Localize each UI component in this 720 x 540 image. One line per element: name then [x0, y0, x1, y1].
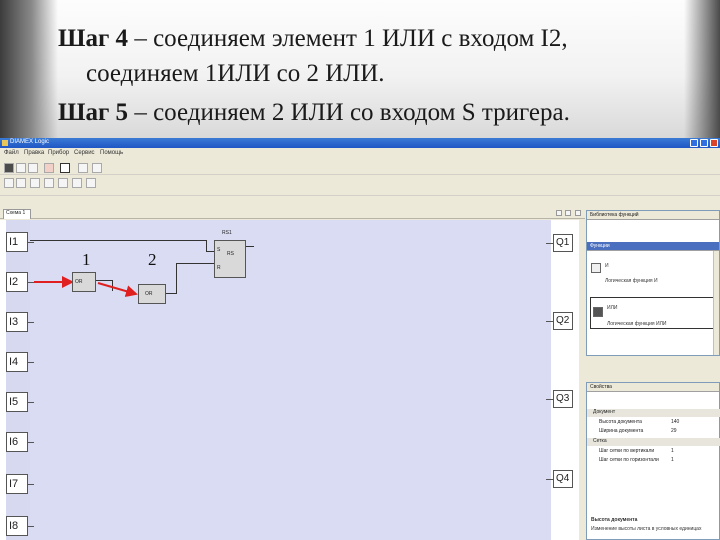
pointer-icon[interactable]: [4, 178, 14, 188]
grid-icon[interactable]: [86, 178, 96, 188]
menu-item-edit[interactable]: Правка: [24, 150, 44, 156]
trigger-pin-r: R: [217, 265, 221, 271]
stop-icon[interactable]: [44, 163, 54, 173]
toolbar-2: [0, 176, 720, 196]
save-icon[interactable]: [28, 163, 38, 173]
trigger-pin-s: S: [217, 247, 221, 253]
library-panel: Библиотека функций Функции И Логическая …: [586, 210, 720, 356]
app-icon: [2, 140, 8, 146]
or-block-2-label: OR: [145, 291, 153, 297]
property-row[interactable]: Высота документа 140: [591, 419, 717, 427]
slide-line-2: соединяем 1ИЛИ со 2 ИЛИ.: [86, 60, 385, 87]
tab-scheme[interactable]: Схема 1: [3, 209, 31, 219]
app-window: DIAMEX Logic Файл Правка Прибор Сервис П…: [0, 138, 720, 540]
title-bar: DIAMEX Logic: [0, 138, 720, 148]
property-value: 1: [671, 457, 674, 463]
menu-item-help[interactable]: Помощь: [100, 150, 123, 156]
property-value: 1: [671, 448, 674, 454]
property-row[interactable]: Шаг сетки по вертикали 1: [591, 448, 717, 456]
step5-text: – соединяем 2 ИЛИ со входом S тригера.: [128, 99, 570, 126]
properties-panel-title: Свойства: [587, 383, 719, 392]
properties-panel: Свойства Документ Высота документа 140 Ш…: [586, 382, 720, 540]
property-help-title: Высота документа: [591, 517, 638, 523]
property-help-desc: Изменение высоты листа в условных единиц…: [591, 526, 702, 532]
library-functions-header: Функции: [587, 242, 719, 251]
slide-line-3: Шаг 5 – соединяем 2 ИЛИ со входом S триг…: [58, 98, 570, 128]
menu-item-device[interactable]: Прибор: [48, 150, 69, 156]
app-title: DIAMEX Logic: [10, 139, 50, 145]
menu-bar: Файл Правка Прибор Сервис Помощь: [0, 148, 720, 159]
property-key: Ширина документа: [599, 428, 644, 434]
zoom-out-icon[interactable]: [58, 178, 68, 188]
property-value: 140: [671, 419, 680, 425]
document-tabs: Схема 1: [0, 207, 585, 219]
or-block-2[interactable]: OR: [138, 284, 166, 304]
step5-label: Шаг 5: [58, 99, 129, 126]
arrow-or1-or2: [97, 282, 138, 297]
block-number-2: 2: [148, 250, 157, 269]
or-function-name: ИЛИ: [607, 305, 618, 311]
library-panel-title: Библиотека функций: [587, 211, 719, 220]
upload-icon[interactable]: [78, 163, 88, 173]
workspace: I1 I2 I3 I4 I5 I6 I7 I8 Q1 Q2 Q3 Q4 1 2 …: [0, 220, 585, 540]
or-block-1[interactable]: OR: [72, 272, 96, 292]
step4-label: Шаг 4: [58, 25, 129, 52]
zoom-in-icon[interactable]: [44, 178, 54, 188]
trigger-tag: RS1: [222, 230, 232, 236]
properties-category-grid[interactable]: Сетка: [587, 438, 720, 446]
and-function-icon: [591, 263, 601, 273]
or-block-1-label: OR: [75, 279, 83, 285]
library-scrollbar[interactable]: [713, 251, 719, 355]
rs-trigger-block[interactable]: S R RS: [214, 240, 246, 278]
slide-header: Шаг 4 – соединяем элемент 1 ИЛИ с входом…: [0, 0, 720, 138]
trigger-label: RS: [227, 251, 234, 257]
download-icon[interactable]: [92, 163, 102, 173]
step4-text: – соединяем элемент 1 ИЛИ с входом I2,: [128, 25, 568, 52]
close-button[interactable]: [710, 139, 718, 147]
property-row[interactable]: Ширина документа 29: [591, 428, 717, 436]
slide-line-1: Шаг 4 – соединяем элемент 1 ИЛИ с входом…: [58, 24, 568, 54]
tab-prev-icon[interactable]: [556, 210, 562, 216]
property-value: 29: [671, 428, 677, 434]
block-number-1: 1: [82, 250, 91, 269]
tab-close-icon[interactable]: [575, 210, 581, 216]
or-function-desc: Логическая функция ИЛИ: [607, 321, 667, 327]
header-shade-left: [0, 0, 58, 138]
maximize-button[interactable]: [700, 139, 708, 147]
or-function-icon: [593, 307, 603, 317]
header-shade-right: [684, 0, 720, 138]
property-key: Шаг сетки по горизонтали: [599, 457, 659, 463]
property-row[interactable]: Шаг сетки по горизонтали 1: [591, 457, 717, 465]
and-function-desc: Логическая функция И: [605, 278, 658, 284]
wire-icon[interactable]: [16, 178, 26, 188]
menu-item-file[interactable]: Файл: [4, 150, 19, 156]
tab-next-icon[interactable]: [565, 210, 571, 216]
property-key: Шаг сетки по вертикали: [599, 448, 655, 454]
property-key: Высота документа: [599, 419, 642, 425]
menu-item-service[interactable]: Сервис: [74, 150, 95, 156]
toolbar-1: [0, 161, 720, 175]
open-icon[interactable]: [16, 163, 26, 173]
fit-icon[interactable]: [72, 178, 82, 188]
new-icon[interactable]: [4, 163, 14, 173]
run-icon[interactable]: [60, 163, 70, 173]
and-function-name[interactable]: И: [605, 263, 609, 269]
minimize-button[interactable]: [690, 139, 698, 147]
properties-category-document[interactable]: Документ: [587, 409, 720, 417]
text-icon[interactable]: [30, 178, 40, 188]
